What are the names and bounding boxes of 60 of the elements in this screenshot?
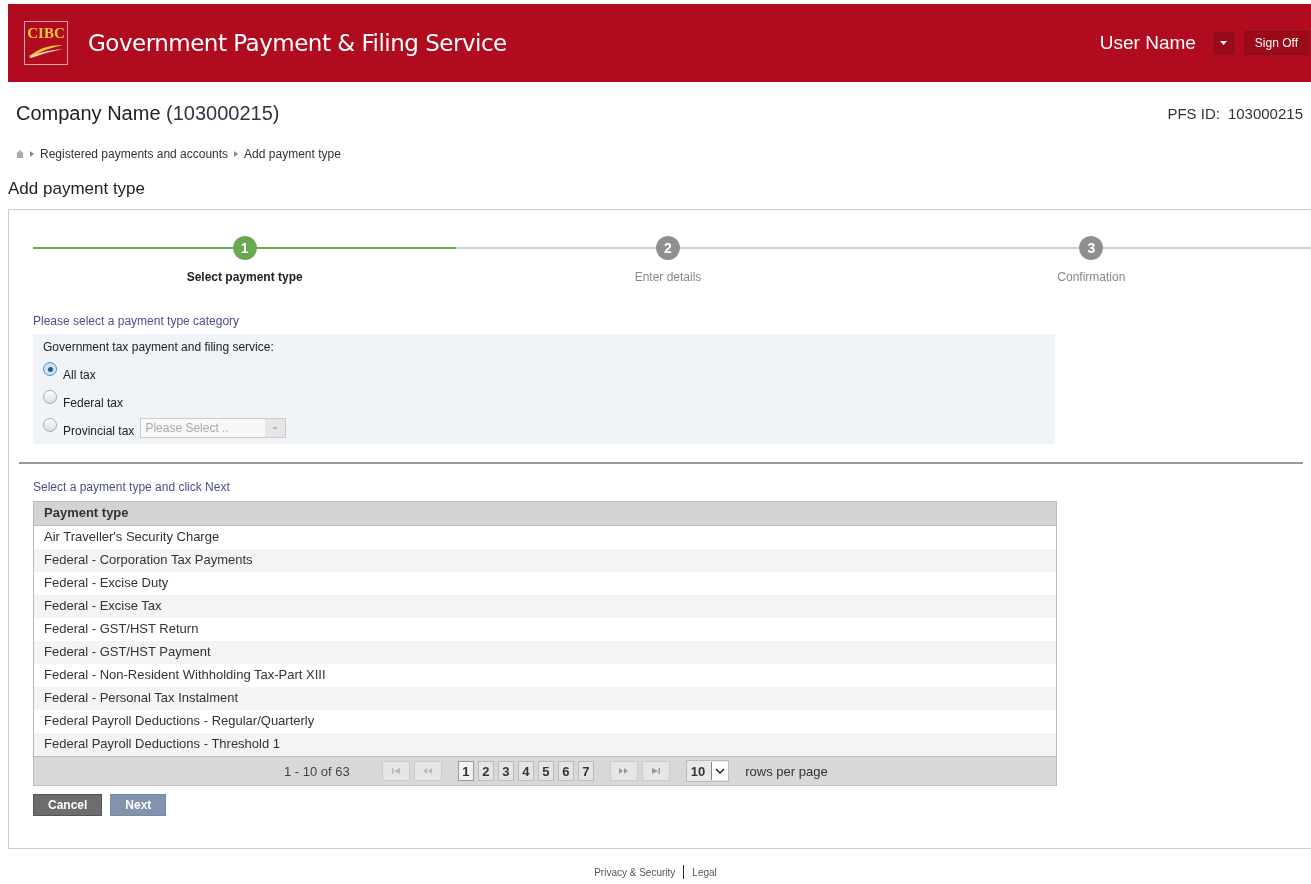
- previous-page-icon[interactable]: [413, 761, 442, 781]
- step-label: Enter details: [634, 270, 702, 284]
- chevron-icon: [234, 151, 239, 157]
- section-heading: Select a payment type and click Next: [33, 480, 231, 494]
- home-icon[interactable]: [16, 150, 24, 158]
- breadcrumb-item[interactable]: Add payment type: [244, 147, 341, 161]
- user-name: User Name: [1099, 32, 1196, 54]
- column-header: Payment type: [34, 502, 1056, 526]
- rows-per-page-select[interactable]: 10: [685, 760, 730, 782]
- app-title: Government Payment & Filing Service: [88, 30, 508, 56]
- first-page-icon[interactable]: [381, 761, 410, 781]
- radio-label[interactable]: All tax: [63, 368, 96, 382]
- cancel-button[interactable]: Cancel: [33, 794, 103, 816]
- pfs-id-value: 103000215: [1227, 105, 1303, 122]
- caret-icon: [1220, 41, 1228, 45]
- table-row[interactable]: Federal - Excise Tax: [34, 595, 1056, 618]
- table-row[interactable]: Federal - Corporation Tax Payments: [34, 549, 1056, 572]
- page-button[interactable]: 5: [537, 761, 554, 781]
- caret-icon: [272, 426, 279, 430]
- footer-link[interactable]: Privacy & Security: [594, 866, 676, 878]
- rows-per-page-label: rows per page: [745, 763, 828, 779]
- step-label: Confirmation: [1057, 270, 1126, 284]
- breadcrumb-item[interactable]: Registered payments and accounts: [40, 147, 229, 161]
- page-button[interactable]: 4: [517, 761, 534, 781]
- user-menu-button[interactable]: [1213, 32, 1234, 54]
- radio-button[interactable]: [43, 362, 57, 376]
- logo: CIBC: [24, 21, 68, 65]
- table-row[interactable]: Air Traveller's Security Charge: [34, 526, 1056, 549]
- radio-button[interactable]: [43, 418, 57, 432]
- radio-button[interactable]: [43, 390, 57, 404]
- sign-off-button[interactable]: Sign Off: [1243, 31, 1309, 55]
- next-page-icon[interactable]: [609, 761, 638, 781]
- company-name: Company Name (103000215): [16, 102, 280, 125]
- step-number: 3: [1079, 236, 1104, 260]
- table-row[interactable]: Federal - GST/HST Return: [34, 618, 1056, 641]
- pfs-id-label: PFS ID:: [1167, 105, 1220, 122]
- table-row[interactable]: Federal - Non-Resident Withholding Tax-Part XIII: [34, 664, 1056, 687]
- table-row[interactable]: Federal - GST/HST Payment: [34, 641, 1056, 664]
- last-page-icon[interactable]: [641, 761, 670, 781]
- step-number: 2: [656, 236, 680, 260]
- caret-icon: [715, 768, 726, 774]
- step-number: 1: [232, 236, 257, 260]
- table-row[interactable]: Federal Payroll Deductions - Threshold 1: [34, 733, 1056, 756]
- page-title: Add payment type: [7, 178, 147, 199]
- radio-label[interactable]: Federal tax: [63, 396, 124, 410]
- section-heading: Please select a payment type category: [33, 314, 241, 328]
- footer-link[interactable]: Legal: [692, 866, 717, 878]
- page-button[interactable]: 2: [477, 761, 494, 781]
- page-range: 1 - 10 of 63: [284, 763, 350, 779]
- page-button[interactable]: 1: [457, 761, 474, 781]
- table-row[interactable]: Federal - Excise Duty: [34, 572, 1056, 595]
- table-row[interactable]: Federal - Personal Tax Instalment: [34, 687, 1056, 710]
- table-row[interactable]: Federal Payroll Deductions - Regular/Quarterly: [34, 710, 1056, 733]
- radio-label[interactable]: Provincial tax: [63, 424, 135, 438]
- page-button[interactable]: 3: [497, 761, 514, 781]
- page-button[interactable]: 7: [577, 761, 594, 781]
- chevron-icon: [30, 151, 34, 157]
- page-button[interactable]: 6: [557, 761, 574, 781]
- group-label: Government tax payment and filing service:: [43, 340, 275, 354]
- step-label: Select payment type: [186, 270, 303, 284]
